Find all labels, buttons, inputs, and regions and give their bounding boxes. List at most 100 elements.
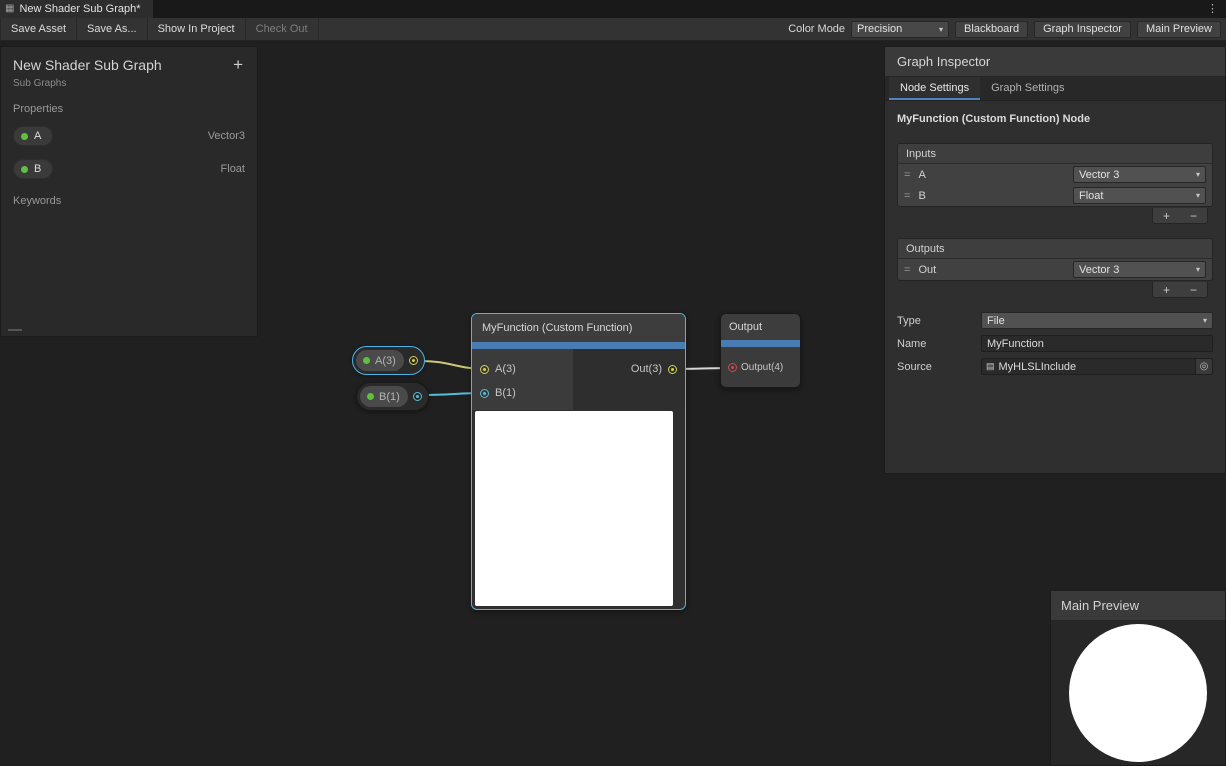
input-b-type-dropdown[interactable]: Float ▾ [1073, 187, 1206, 204]
port-dot-vector3-icon[interactable] [480, 365, 489, 374]
source-value: MyHLSLInclude [999, 361, 1077, 373]
dropdown-value: File [987, 315, 1005, 327]
button-label: Main Preview [1146, 23, 1212, 35]
add-property-button[interactable]: + [233, 55, 243, 75]
inspector-body: MyFunction (Custom Function) Node Inputs… [885, 101, 1225, 387]
property-node-a[interactable]: A(3) [352, 346, 425, 375]
dropdown-value: Float [1079, 190, 1103, 202]
main-preview-panel: Main Preview [1050, 590, 1226, 766]
inputs-list-header: Inputs [898, 144, 1212, 164]
port-label: Out(3) [631, 363, 662, 375]
inputs-list: Inputs = A Vector 3 ▾ = B Float ▾ [897, 143, 1213, 207]
window-tab-bar: ▦ New Shader Sub Graph* ⋮ [0, 0, 1226, 18]
tab-label: Graph Settings [991, 82, 1064, 94]
node-title: MyFunction (Custom Function) [482, 322, 632, 334]
graph-inspector-toggle-button[interactable]: Graph Inspector [1034, 21, 1131, 38]
input-port-b[interactable]: B(1) [472, 381, 573, 405]
color-mode-dropdown[interactable]: Precision ▾ [851, 21, 949, 38]
button-label: Graph Inspector [1043, 23, 1122, 35]
port-dot-vector3-icon[interactable] [668, 365, 677, 374]
button-label: Save As... [87, 23, 137, 35]
property-pill[interactable]: B [13, 159, 53, 179]
port-label: Output(4) [741, 362, 783, 373]
output-out-type-dropdown[interactable]: Vector 3 ▾ [1073, 261, 1206, 278]
inputs-row-a[interactable]: = A Vector 3 ▾ [898, 164, 1212, 185]
chevron-down-icon: ▾ [1196, 191, 1200, 200]
exposed-dot-icon [21, 133, 28, 140]
inspector-title: Graph Inspector [897, 54, 990, 69]
port-dot-vector4-icon[interactable] [728, 363, 737, 372]
button-label: Show In Project [158, 23, 235, 35]
tab-node-settings[interactable]: Node Settings [889, 77, 980, 100]
blackboard-title: New Shader Sub Graph [13, 57, 245, 73]
drag-handle-icon[interactable]: = [904, 264, 910, 276]
selected-node-heading: MyFunction (Custom Function) Node [897, 113, 1213, 125]
property-node-label: B(1) [379, 391, 400, 403]
outputs-list-header: Outputs [898, 239, 1212, 259]
port-dot-float-icon[interactable] [413, 392, 422, 401]
blackboard-panel: New Shader Sub Graph + Sub Graphs Proper… [0, 46, 258, 337]
custom-function-node[interactable]: MyFunction (Custom Function) A(3) B(1) O… [471, 313, 686, 610]
save-as-button[interactable]: Save As... [77, 18, 148, 40]
drag-handle-icon[interactable]: = [904, 169, 910, 181]
save-asset-button[interactable]: Save Asset [0, 18, 77, 40]
node-header[interactable]: MyFunction (Custom Function) [472, 314, 685, 342]
remove-output-button[interactable]: − [1190, 283, 1197, 297]
main-preview-header[interactable]: Main Preview [1051, 591, 1225, 621]
remove-input-button[interactable]: − [1190, 209, 1197, 223]
inputs-row-b[interactable]: = B Float ▾ [898, 185, 1212, 206]
blackboard-property-b[interactable]: B Float [1, 157, 257, 181]
row-name: Out [918, 264, 936, 276]
window-menu-icon[interactable]: ⋮ [1207, 2, 1219, 15]
output-node[interactable]: Output Output(4) [720, 313, 801, 388]
port-dot-float-icon[interactable] [480, 389, 489, 398]
toolbar: Save Asset Save As... Show In Project Ch… [0, 18, 1226, 41]
input-port-a[interactable]: A(3) [472, 357, 573, 381]
add-output-button[interactable]: + [1163, 283, 1170, 297]
input-a-type-dropdown[interactable]: Vector 3 ▾ [1073, 166, 1206, 183]
file-icon: ▤ [986, 361, 995, 372]
property-pill[interactable]: A [13, 126, 53, 146]
inspector-header[interactable]: Graph Inspector [885, 47, 1225, 77]
source-object-field[interactable]: ▤ MyHLSLInclude ◎ [981, 358, 1213, 375]
port-dot-vector3-icon[interactable] [409, 356, 418, 365]
type-label: Type [897, 315, 981, 327]
object-picker-button[interactable]: ◎ [1195, 359, 1212, 374]
blackboard-header[interactable]: New Shader Sub Graph + Sub Graphs [1, 47, 257, 89]
chevron-down-icon: ▾ [1196, 170, 1200, 179]
drag-handle-icon[interactable]: = [904, 190, 910, 202]
add-input-button[interactable]: + [1163, 209, 1170, 223]
output-port-out[interactable]: Out(3) [623, 357, 685, 381]
input-port-output[interactable]: Output(4) [721, 347, 800, 387]
preview-sphere [1069, 624, 1207, 762]
name-field-row: Name [897, 335, 1213, 352]
resize-handle[interactable] [8, 329, 22, 331]
node-accent-bar [472, 342, 685, 349]
property-node-b[interactable]: B(1) [356, 382, 429, 411]
main-preview-viewport[interactable] [1051, 621, 1225, 765]
blackboard-subtitle: Sub Graphs [13, 78, 245, 89]
exposed-dot-icon [21, 166, 28, 173]
node-header[interactable]: Output [721, 314, 800, 340]
dropdown-value: Vector 3 [1079, 169, 1119, 181]
chevron-down-icon: ▾ [1196, 265, 1200, 274]
main-preview-title: Main Preview [1061, 598, 1139, 613]
document-tab[interactable]: ▦ New Shader Sub Graph* [0, 0, 153, 18]
node-ports: A(3) B(1) Out(3) [472, 349, 685, 410]
blackboard-property-a[interactable]: A Vector3 [1, 124, 257, 148]
name-input[interactable] [981, 335, 1213, 352]
node-preview-surface[interactable] [475, 411, 673, 606]
blackboard-toggle-button[interactable]: Blackboard [955, 21, 1028, 38]
show-in-project-button[interactable]: Show In Project [148, 18, 246, 40]
type-dropdown[interactable]: File ▾ [981, 312, 1213, 329]
dropdown-value: Vector 3 [1079, 264, 1119, 276]
row-name: A [918, 169, 925, 181]
main-preview-toggle-button[interactable]: Main Preview [1137, 21, 1221, 38]
color-mode-label: Color Mode [788, 23, 845, 35]
tab-graph-settings[interactable]: Graph Settings [980, 77, 1075, 100]
property-type: Float [221, 163, 245, 175]
port-label: A(3) [495, 363, 516, 375]
name-label: Name [897, 338, 981, 350]
keywords-section-label: Keywords [1, 195, 257, 207]
outputs-row-out[interactable]: = Out Vector 3 ▾ [898, 259, 1212, 280]
